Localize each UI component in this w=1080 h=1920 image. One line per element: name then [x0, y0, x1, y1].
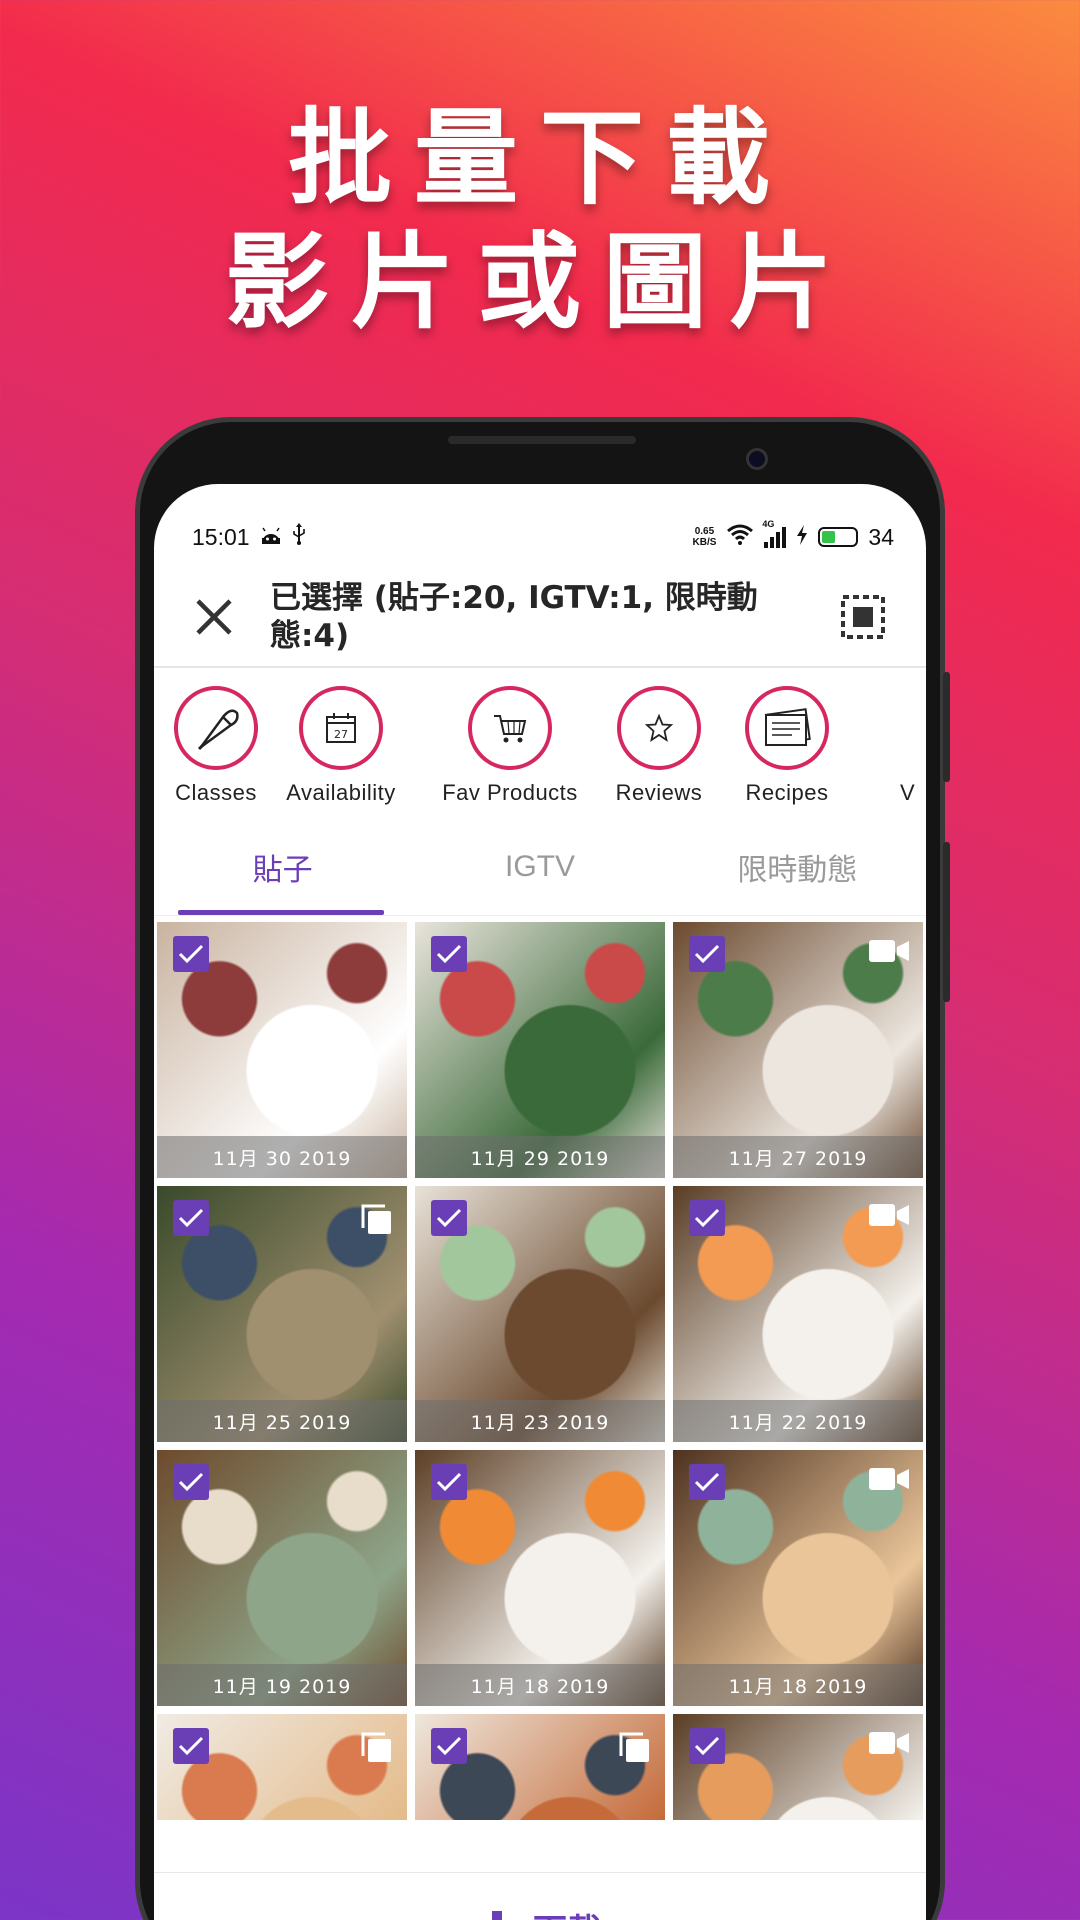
- usb-icon: [292, 523, 306, 551]
- download-icon: [492, 1910, 502, 1920]
- post-thumbnail[interactable]: 11月 25 2019: [157, 1186, 407, 1442]
- select-checkbox[interactable]: [173, 1728, 209, 1764]
- network-type: 4G: [762, 518, 775, 529]
- star-icon: [644, 713, 674, 742]
- post-date: 11月 27 2019: [673, 1136, 923, 1178]
- battery-level: 34: [868, 523, 894, 550]
- post-thumbnail[interactable]: 11月 23 2019: [415, 1186, 665, 1442]
- highlight-classes[interactable]: Classes: [168, 686, 264, 806]
- highlight-partial[interactable]: V: [900, 686, 926, 806]
- check-icon: [178, 944, 204, 964]
- promo-headline-line1: 批量下載: [287, 97, 792, 219]
- carousel-icon: [359, 1202, 393, 1241]
- post-thumbnail[interactable]: [673, 1714, 923, 1820]
- calendar-icon: 27: [326, 713, 356, 743]
- select-checkbox[interactable]: [431, 1464, 467, 1500]
- check-icon: [178, 1736, 204, 1756]
- post-thumbnail[interactable]: 11月 22 2019: [673, 1186, 923, 1442]
- check-icon: [436, 944, 462, 964]
- select-checkbox[interactable]: [689, 1200, 725, 1236]
- promo-headline: 批量下載 影片或圖片: [0, 96, 1080, 344]
- carousel-icon: [617, 1730, 651, 1769]
- story-highlights: Classes 27 Availability Fav Products Rev…: [154, 668, 926, 818]
- check-icon: [694, 1736, 720, 1756]
- cellular-icon: 4G: [762, 519, 787, 548]
- post-date: 11月 19 2019: [157, 1664, 407, 1706]
- phone-camera: [746, 448, 768, 470]
- download-button[interactable]: 下載: [154, 1872, 926, 1920]
- tab-posts[interactable]: 貼子: [154, 818, 411, 915]
- cart-icon: [494, 715, 527, 743]
- android-icon: [260, 524, 282, 551]
- video-icon: [869, 1202, 909, 1233]
- post-date: 11月 22 2019: [673, 1400, 923, 1442]
- post-date: 11月 18 2019: [415, 1664, 665, 1706]
- status-time: 15:01: [192, 523, 250, 550]
- post-date: 11月 30 2019: [157, 1136, 407, 1178]
- check-icon: [694, 1208, 720, 1228]
- check-icon: [436, 1208, 462, 1228]
- select-checkbox[interactable]: [689, 1728, 725, 1764]
- phone-volume-button: [943, 672, 950, 782]
- close-icon: [196, 599, 232, 635]
- content-tabs: 貼子 IGTV 限時動態: [154, 818, 926, 916]
- post-thumbnail[interactable]: 11月 18 2019: [673, 1450, 923, 1706]
- charging-icon: [796, 524, 808, 551]
- post-thumbnail[interactable]: 11月 30 2019: [157, 922, 407, 1178]
- video-icon: [869, 1466, 909, 1497]
- phone-power-button: [943, 842, 950, 1002]
- select-all-icon: [841, 595, 885, 639]
- select-checkbox[interactable]: [173, 1464, 209, 1500]
- select-checkbox[interactable]: [173, 1200, 209, 1236]
- post-date: 11月 29 2019: [415, 1136, 665, 1178]
- post-thumbnail[interactable]: [157, 1714, 407, 1820]
- battery-icon: [818, 527, 859, 547]
- video-icon: [869, 1730, 909, 1761]
- check-icon: [694, 1472, 720, 1492]
- close-button[interactable]: [182, 585, 246, 649]
- carousel-icon: [359, 1730, 393, 1769]
- post-date: 11月 25 2019: [157, 1400, 407, 1442]
- select-checkbox[interactable]: [431, 936, 467, 972]
- app-bar: 已選擇 (貼子:20, IGTV:1, 限時動態:4): [154, 568, 926, 668]
- selection-title: 已選擇 (貼子:20, IGTV:1, 限時動態:4): [270, 580, 758, 654]
- select-checkbox[interactable]: [173, 936, 209, 972]
- select-checkbox[interactable]: [689, 1464, 725, 1500]
- tab-indicator: [178, 910, 384, 915]
- highlight-fav-products[interactable]: Fav Products: [430, 686, 590, 806]
- post-thumbnail[interactable]: 11月 29 2019: [415, 922, 665, 1178]
- status-bar: 15:01 0.65 KB/S 4G 34: [154, 484, 926, 568]
- piping-bag-icon: [197, 709, 239, 751]
- post-date: 11月 23 2019: [415, 1400, 665, 1442]
- video-icon: [869, 938, 909, 969]
- phone-speaker: [448, 436, 636, 444]
- download-label: 下載: [533, 1904, 601, 1920]
- post-thumbnail[interactable]: [415, 1714, 665, 1820]
- highlight-availability[interactable]: 27 Availability: [272, 686, 410, 806]
- check-icon: [178, 1472, 204, 1492]
- tab-stories[interactable]: 限時動態: [669, 818, 926, 915]
- post-grid: 11月 30 2019 11月 29 2019 11月 27 2019 11月 25 …: [154, 916, 926, 1820]
- check-icon: [694, 944, 720, 964]
- select-checkbox[interactable]: [431, 1728, 467, 1764]
- select-checkbox[interactable]: [689, 936, 725, 972]
- check-icon: [436, 1736, 462, 1756]
- post-thumbnail[interactable]: 11月 27 2019: [673, 922, 923, 1178]
- svg-text:27: 27: [334, 728, 348, 741]
- tab-igtv[interactable]: IGTV: [411, 818, 668, 915]
- post-date: 11月 18 2019: [673, 1664, 923, 1706]
- recipe-card-icon: [764, 708, 811, 746]
- check-icon: [436, 1472, 462, 1492]
- net-speed: 0.65 KB/S: [692, 526, 717, 548]
- post-thumbnail[interactable]: 11月 18 2019: [415, 1450, 665, 1706]
- post-thumbnail[interactable]: 11月 19 2019: [157, 1450, 407, 1706]
- app-screen: 15:01 0.65 KB/S 4G 34 已選擇 (貼子:20, IGTV:1…: [154, 484, 926, 1920]
- highlight-reviews[interactable]: Reviews: [604, 686, 714, 806]
- promo-headline-line2: 影片或圖片: [224, 221, 855, 343]
- highlight-recipes[interactable]: Recipes: [732, 686, 842, 806]
- select-checkbox[interactable]: [431, 1200, 467, 1236]
- wifi-icon: [726, 523, 754, 551]
- select-all-button[interactable]: [828, 582, 898, 652]
- check-icon: [178, 1208, 204, 1228]
